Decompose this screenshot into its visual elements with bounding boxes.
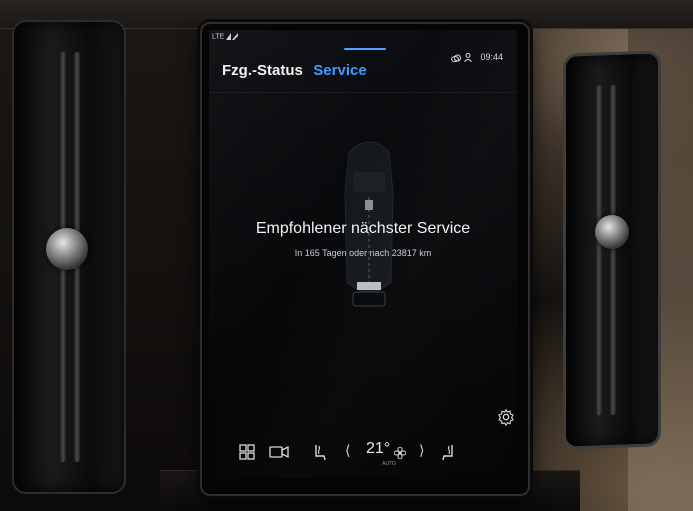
chevron-right-icon[interactable]: ⟩ bbox=[419, 442, 424, 459]
tab-active-indicator bbox=[344, 48, 386, 50]
climate-mode: AUTO bbox=[382, 461, 396, 467]
signal-indicator: LTE bbox=[212, 33, 239, 41]
signal-text: LTE bbox=[212, 33, 225, 41]
seat-heat-right-icon[interactable] bbox=[441, 444, 455, 462]
vent-blade bbox=[596, 85, 602, 416]
camera-icon[interactable] bbox=[269, 444, 289, 460]
air-vent-right bbox=[563, 50, 661, 450]
top-right-status: 09:44 bbox=[451, 52, 503, 63]
service-detail: In 165 Tagen oder nach 23817 km bbox=[294, 248, 432, 258]
person-icon bbox=[464, 53, 472, 63]
fan-icon[interactable] bbox=[394, 447, 406, 459]
bottom-bar: ⟨ 21° AUTO ⟩ bbox=[209, 434, 517, 478]
header-divider bbox=[209, 92, 517, 93]
signal-icon bbox=[226, 33, 239, 40]
temperature-value[interactable]: 21° bbox=[366, 440, 390, 458]
cloud-icon bbox=[451, 54, 462, 62]
tab-bar: Fzg.-Status Service bbox=[222, 62, 367, 80]
chevron-left-icon[interactable]: ⟨ bbox=[345, 442, 350, 459]
clock: 09:44 bbox=[480, 52, 503, 62]
vent-blade bbox=[610, 84, 616, 416]
seat-heat-left-icon[interactable] bbox=[313, 444, 327, 462]
infotainment-screen: LTE 09:44 Fzg.-Status Service Empfohlene… bbox=[209, 30, 517, 478]
tab-vehicle-status[interactable]: Fzg.-Status bbox=[222, 62, 303, 79]
car-interior-scene: LTE 09:44 Fzg.-Status Service Empfohlene… bbox=[0, 0, 693, 511]
vent-knob-right bbox=[595, 215, 629, 249]
vent-knob-left bbox=[46, 228, 88, 270]
service-headline: Empfohlener nächster Service bbox=[255, 220, 471, 237]
settings-icon[interactable] bbox=[497, 408, 515, 426]
tab-service[interactable]: Service bbox=[313, 62, 366, 79]
status-bar: LTE bbox=[209, 30, 517, 50]
home-grid-icon[interactable] bbox=[239, 444, 255, 460]
